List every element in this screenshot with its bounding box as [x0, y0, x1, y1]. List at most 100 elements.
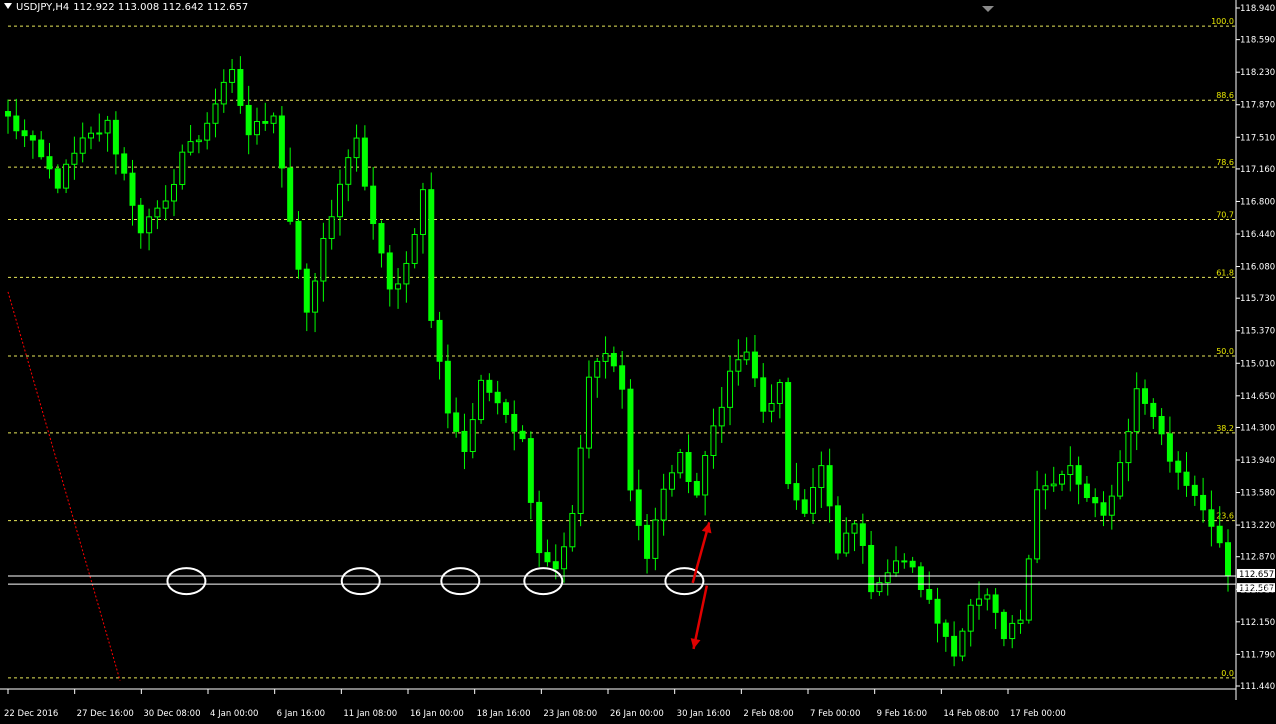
candle-body — [494, 391, 501, 404]
candle-body — [162, 200, 169, 209]
candle-body — [137, 204, 144, 234]
candle-body — [768, 402, 775, 412]
candle-body — [262, 120, 269, 124]
candle-body — [411, 233, 418, 264]
candle-body — [146, 216, 153, 234]
y-tick-label: 117.510 — [1240, 133, 1275, 143]
candle-body — [934, 598, 941, 624]
candle-body — [942, 622, 949, 637]
candle-body — [328, 216, 335, 239]
candle-body — [129, 172, 136, 206]
candle-body — [1075, 465, 1082, 485]
candle-body — [751, 351, 758, 379]
candle-body — [502, 402, 509, 415]
fib-level-label: 70.7 — [1216, 211, 1234, 220]
candle-body — [204, 122, 211, 141]
y-tick-label: 113.220 — [1240, 521, 1275, 531]
candle-body — [295, 220, 302, 270]
candle-body — [220, 81, 227, 105]
x-tick-label: 18 Jan 16:00 — [477, 709, 531, 719]
x-tick-label: 9 Feb 16:00 — [877, 709, 927, 719]
candle-body — [312, 280, 319, 313]
candle-body — [926, 588, 933, 600]
fib-level-label: 50.0 — [1216, 347, 1234, 356]
candle-body — [444, 360, 451, 414]
y-tick-label: 118.940 — [1240, 4, 1275, 14]
candle-body — [270, 115, 277, 124]
candle-body — [1158, 415, 1165, 435]
y-tick-label: 115.010 — [1240, 359, 1275, 369]
candle-body — [229, 69, 236, 83]
y-tick-label: 116.440 — [1240, 230, 1275, 240]
candle-body — [1191, 484, 1198, 496]
candle-body — [901, 560, 908, 563]
y-tick-label: 118.230 — [1240, 68, 1275, 78]
candle-body — [320, 237, 327, 282]
chevron-down-icon[interactable] — [4, 3, 12, 9]
candle-body — [834, 505, 841, 554]
candle-body — [1017, 619, 1024, 624]
price-chart[interactable]: 100.0 88.6 78.6 70.7 61.8 50.0 38.2 23.6 0.0 112… — [0, 0, 1276, 724]
y-tick-label: 112.870 — [1240, 553, 1275, 563]
candle-body — [1117, 462, 1124, 497]
x-tick-label: 27 Dec 16:00 — [77, 709, 134, 719]
candle-body — [735, 359, 742, 372]
candle-body — [718, 406, 725, 427]
candle-body — [884, 572, 891, 584]
candle-body — [992, 594, 999, 613]
candle-body — [386, 252, 393, 290]
candle-body — [336, 183, 343, 218]
candle-body — [843, 532, 850, 554]
candle-body — [826, 465, 833, 507]
candle-body — [353, 137, 360, 159]
candle-body — [635, 489, 642, 526]
candle-body — [951, 635, 958, 657]
x-tick-label: 4 Jan 00:00 — [210, 709, 258, 719]
candle-body — [627, 388, 634, 491]
ohlc-values: 112.922 113.008 112.642 112.657 — [73, 2, 249, 13]
candle-body — [478, 379, 485, 421]
y-tick-label: 116.800 — [1240, 197, 1275, 207]
candle-body — [793, 483, 800, 501]
y-tick-label: 115.370 — [1240, 327, 1275, 337]
fib-level-label: 38.2 — [1216, 424, 1234, 433]
y-tick-label: 112.150 — [1240, 618, 1275, 628]
candle-body — [677, 452, 684, 474]
candle-body — [1083, 483, 1090, 499]
candle-body — [303, 268, 310, 313]
candle-body — [29, 135, 36, 141]
x-tick-label: 14 Feb 08:00 — [943, 709, 999, 719]
candle-body — [727, 370, 734, 408]
candle-body — [917, 566, 924, 590]
candle-body — [644, 524, 651, 559]
candle-body — [561, 546, 568, 570]
candle-body — [511, 413, 518, 432]
x-tick-label: 30 Dec 08:00 — [143, 709, 200, 719]
chart-background — [0, 0, 1276, 724]
candle-body — [1142, 388, 1149, 404]
candle-body — [237, 69, 244, 106]
candle-body — [851, 523, 858, 534]
y-tick-label: 114.650 — [1240, 392, 1275, 402]
candle-body — [345, 157, 352, 185]
candle-body — [585, 376, 592, 449]
candle-body — [195, 139, 202, 143]
candle-body — [519, 430, 526, 440]
candle-body — [245, 104, 252, 136]
candle-body — [1092, 497, 1099, 504]
candle-body — [96, 132, 103, 135]
y-tick-label: 115.730 — [1240, 294, 1275, 304]
candle-body — [810, 486, 817, 514]
candle-body — [1200, 494, 1207, 511]
candle-body — [976, 598, 983, 606]
candle-body — [760, 377, 767, 412]
candle-body — [967, 604, 974, 632]
candle-body — [610, 352, 617, 367]
candle-body — [179, 151, 186, 185]
candle-body — [278, 115, 285, 169]
fib-level-label: 23.6 — [1216, 512, 1234, 521]
candle-body — [112, 119, 119, 155]
candle-body — [702, 454, 709, 496]
candle-body — [1125, 431, 1132, 464]
price-tag-label: 112.657 — [1239, 570, 1274, 580]
